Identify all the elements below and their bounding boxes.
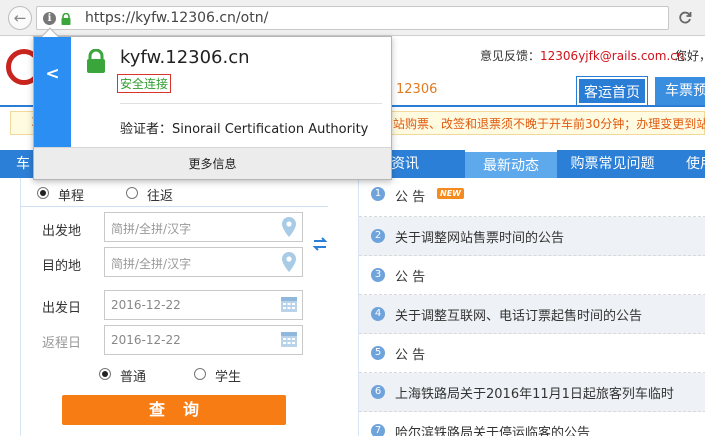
lock-icon [87,49,105,73]
booking-button[interactable]: 车票预 [655,77,705,105]
student-ticket-radio[interactable] [194,368,206,380]
popup-back-button[interactable]: < [34,37,71,147]
nav-item-latest[interactable]: 最新动态 [465,150,557,178]
from-station-input[interactable]: 简拼/全拼/汉字 [104,212,303,242]
address-bar: ← i https://kyfw.12306.cn/otn/ [0,0,705,36]
news-list: 1 公 告 NEW 2 关于调整网站售票时间的公告 3 公 告 4 关于调整互联… [358,178,705,436]
item-number: 3 [371,268,385,282]
back-button[interactable]: ← [8,6,32,30]
home-button[interactable]: 客运首页 [577,77,647,105]
item-number: 6 [371,385,385,399]
popup-footer: 更多信息 [34,147,391,179]
round-trip-label: 往返 [147,189,174,204]
depart-date-input[interactable]: 2016-12-22 [104,290,303,320]
to-label: 目的地 [42,259,82,274]
item-number: 1 [371,187,385,201]
feedback-line: 意见反馈：12306yjfk@rails.com.cn [480,47,684,64]
secure-connection-label[interactable]: 安全连接 [117,74,172,93]
item-title[interactable]: 公 告 [395,344,425,363]
lock-icon[interactable] [61,13,71,25]
url-text: https://kyfw.12306.cn/otn/ [85,10,269,26]
notice-text[interactable]: 站购票、改签和退票须不晚于开车前30分钟；办理变更到站 [393,115,705,132]
list-item[interactable]: 2 关于调整网站售票时间的公告 [359,217,705,256]
feedback-label: 意见反馈： [480,49,541,63]
feedback-email-link[interactable]: 12306yjfk@rails.com.cn [540,49,684,63]
nav-item-faq[interactable]: 购票常见问题 [560,150,665,178]
form-divider [20,206,328,207]
to-station-input[interactable]: 简拼/全拼/汉字 [104,247,303,277]
item-number: 2 [371,229,385,243]
return-date-label: 返程日 [42,336,82,351]
location-pin-icon[interactable] [281,217,297,237]
normal-ticket-radio[interactable] [99,368,111,380]
from-label: 出发地 [42,224,82,239]
location-pin-icon[interactable] [281,252,297,272]
normal-ticket-label: 普通 [120,370,147,385]
reload-icon [679,11,692,24]
one-way-radio[interactable] [37,187,49,199]
hotline-number: 12306 [396,82,438,97]
certificate-verifier: 验证者：Sinorail Certification Authority [120,122,369,137]
item-number: 5 [371,346,385,360]
greeting-text: 您好， [675,49,705,63]
list-item[interactable]: 6 上海铁路局关于2016年11月1日起旅客列车临时 [359,373,705,412]
list-item[interactable]: 7 哈尔滨铁路局关于停运临客的公告 [359,412,705,436]
round-trip-radio[interactable] [126,187,138,199]
list-item[interactable]: 3 公 告 [359,256,705,295]
list-item[interactable]: 5 公 告 [359,334,705,373]
reload-button[interactable] [674,6,696,30]
item-number: 4 [371,307,385,321]
popup-domain: kyfw.12306.cn [120,47,250,68]
return-date-input[interactable]: 2016-12-22 [104,325,303,355]
item-number: 7 [371,424,385,436]
url-field[interactable]: i https://kyfw.12306.cn/otn/ [36,6,669,30]
item-title[interactable]: 哈尔滨铁路局关于停运临客的公告 [395,422,590,436]
item-title[interactable]: 公 告 [395,186,425,205]
popup-divider [120,103,382,104]
nav-item-usage[interactable]: 使用 [676,150,705,178]
search-button[interactable]: 查询 [62,395,286,425]
item-title[interactable]: 公 告 [395,266,425,285]
info-icon[interactable]: i [43,12,56,25]
item-title[interactable]: 关于调整网站售票时间的公告 [395,227,564,246]
new-badge: NEW [437,188,464,199]
calendar-icon[interactable] [280,330,298,348]
one-way-label: 单程 [58,189,85,204]
swap-stations-icon[interactable] [312,236,328,252]
item-title[interactable]: 关于调整互联网、电话订票起售时间的公告 [395,305,642,324]
calendar-icon[interactable] [280,295,298,313]
list-item[interactable]: 4 关于调整互联网、电话订票起售时间的公告 [359,295,705,334]
more-info-button[interactable]: 更多信息 [34,148,391,180]
student-ticket-label: 学生 [215,370,242,385]
item-title[interactable]: 上海铁路局关于2016年11月1日起旅客列车临时 [395,383,674,402]
list-item[interactable]: 1 公 告 NEW [359,178,705,217]
site-identity-popup: < kyfw.12306.cn 安全连接 验证者：Sinorail Certif… [33,27,392,180]
depart-date-label: 出发日 [42,301,82,316]
